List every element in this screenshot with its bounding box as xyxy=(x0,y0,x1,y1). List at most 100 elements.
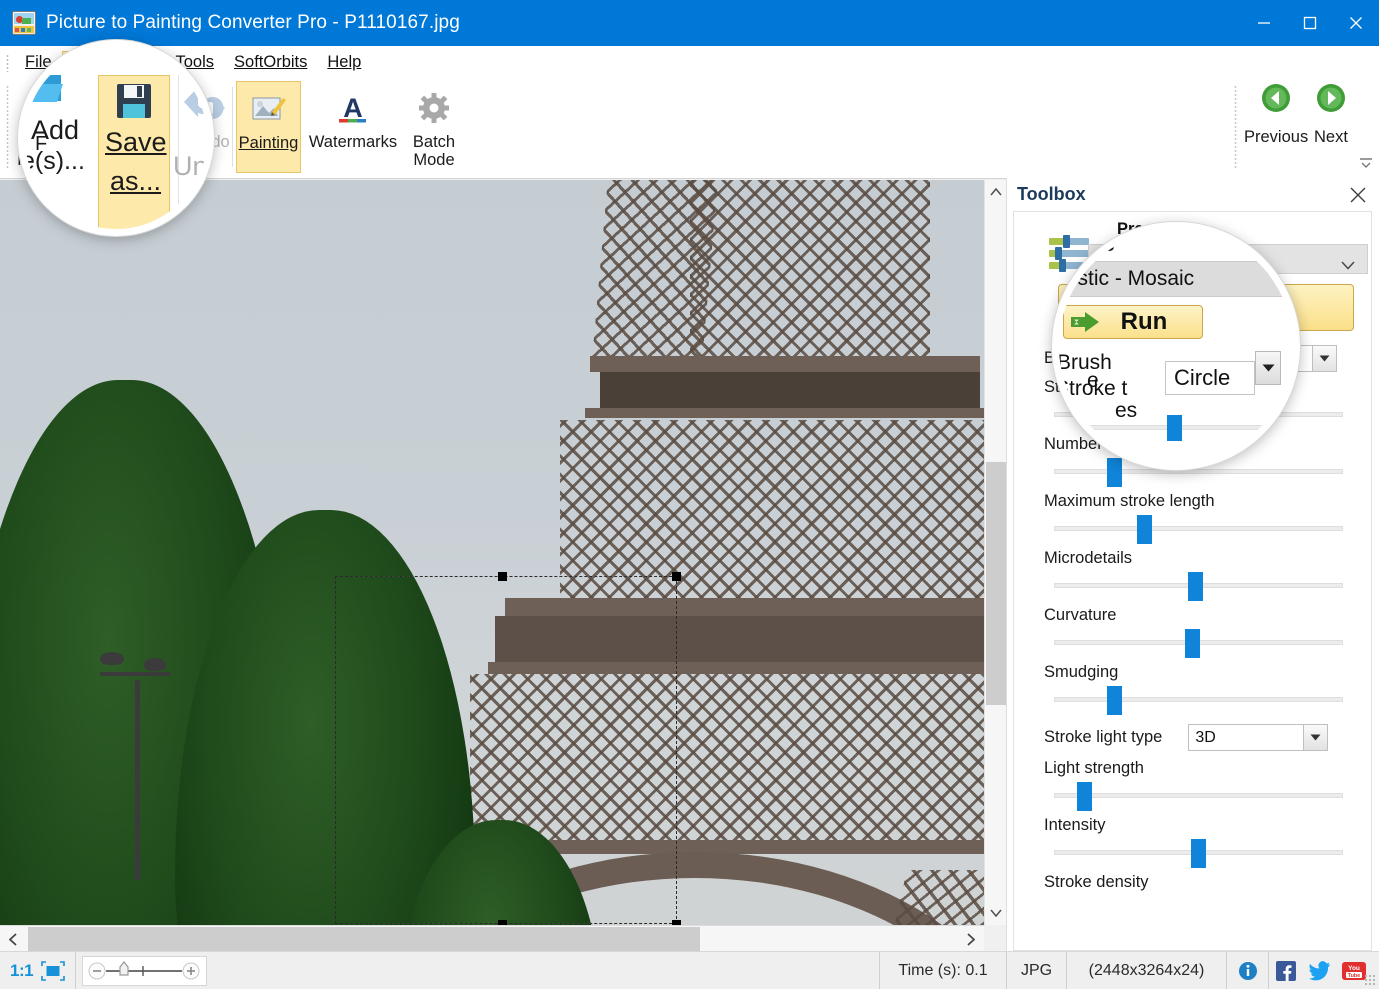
magnifier-circle-dropdown[interactable]: Circle xyxy=(1165,361,1255,395)
menu-softorbits[interactable]: SoftOrbits xyxy=(224,51,317,74)
toolbar-separator-2 xyxy=(232,87,233,167)
toolbox-title: Toolbox xyxy=(1017,184,1086,205)
magnifier-stroke-label: Stroke t xyxy=(1055,377,1127,401)
magnifier-circle-value: Circle xyxy=(1174,365,1230,390)
scroll-up-icon[interactable] xyxy=(985,180,1007,204)
light-strength-slider[interactable] xyxy=(1044,782,1343,808)
stroke-light-type-dropdown[interactable]: 3D xyxy=(1188,724,1328,751)
app-logo-icon xyxy=(12,11,36,35)
menu-help[interactable]: Help xyxy=(317,51,371,74)
slider-thumb[interactable] xyxy=(1107,686,1122,715)
twitter-icon[interactable] xyxy=(1303,952,1337,989)
previous-button[interactable]: Previous xyxy=(1244,83,1308,147)
magnifier-folder-icon xyxy=(19,71,65,110)
magnifier-save-as: Add e(s)... F Save as... xyxy=(18,40,214,236)
maximum-stroke-length-label: Maximum stroke length xyxy=(1044,492,1343,511)
param-intensity: Intensity xyxy=(1044,816,1343,865)
svg-text:You: You xyxy=(1348,965,1360,972)
param-microdetails: Microdetails xyxy=(1044,549,1343,598)
slider-track xyxy=(1054,526,1343,531)
next-button[interactable]: Next xyxy=(1314,83,1348,147)
window-title: Picture to Painting Converter Pro - P111… xyxy=(46,12,460,34)
painting-label: Painting xyxy=(239,134,299,152)
magnifier-slider-thumb[interactable] xyxy=(1167,415,1182,441)
green-right-arrow-icon xyxy=(1316,83,1346,118)
magnifier-preset-dropdown[interactable]: rtistic - Mosaic xyxy=(1052,261,1291,297)
slider-thumb[interactable] xyxy=(1185,629,1200,658)
menu-help-label: Help xyxy=(327,53,361,71)
smudging-slider[interactable] xyxy=(1044,686,1343,712)
next-label: Next xyxy=(1314,128,1348,147)
magnifier-divider xyxy=(178,75,179,215)
intensity-slider[interactable] xyxy=(1044,839,1343,865)
zoom-buttons-group: 1:1 xyxy=(0,952,76,989)
microdetails-label: Microdetails xyxy=(1044,549,1343,568)
slider-thumb[interactable] xyxy=(1188,572,1203,601)
slider-thumb[interactable] xyxy=(1077,782,1092,811)
toolbox-close-icon[interactable] xyxy=(1349,186,1367,204)
painting-button[interactable]: Painting xyxy=(236,81,301,173)
stroke-light-type-row: Stroke light type 3D xyxy=(1044,724,1343,751)
slider-track xyxy=(1054,469,1343,474)
scroll-right-icon[interactable] xyxy=(958,926,984,952)
scroll-down-icon[interactable] xyxy=(985,901,1007,925)
gear-icon xyxy=(417,87,451,129)
canvas-horizontal-scrollbar[interactable] xyxy=(0,925,984,951)
param-stroke-density: Stroke density xyxy=(1044,873,1343,892)
batch-mode-button[interactable]: Batch Mode xyxy=(402,81,466,170)
zoom-slider[interactable] xyxy=(82,956,207,986)
canvas-vertical-scrollbar[interactable] xyxy=(984,180,1006,925)
dropdown-arrow-icon xyxy=(1303,725,1327,750)
slider-thumb[interactable] xyxy=(1137,515,1152,544)
navigation-expand-icon[interactable] xyxy=(1359,155,1373,173)
magnifier-add-line2: e(s)... xyxy=(21,147,85,176)
magnifier-dropdown-arrow-icon[interactable] xyxy=(1255,351,1281,385)
fit-to-window-icon[interactable] xyxy=(41,961,65,981)
magnifier-sizes-label: es xyxy=(1115,399,1137,423)
previous-label: Previous xyxy=(1244,128,1308,147)
resize-grip[interactable] xyxy=(1364,974,1376,986)
navigation-group: Previous Next xyxy=(1232,79,1377,179)
intensity-label: Intensity xyxy=(1044,816,1343,835)
image-canvas[interactable] xyxy=(0,180,984,925)
curvature-slider[interactable] xyxy=(1044,629,1343,655)
menu-grip xyxy=(6,54,9,72)
maximum-stroke-length-slider[interactable] xyxy=(1044,515,1343,541)
magnifier-add-prefix: F xyxy=(35,133,47,156)
batch-mode-label-1: Batch xyxy=(413,133,455,151)
magnifier-save-as-content: Add e(s)... F Save as... xyxy=(25,47,207,229)
scroll-left-icon[interactable] xyxy=(0,926,26,952)
magnifier-preset-label: Pres xyxy=(1069,233,1115,257)
minimize-button[interactable] xyxy=(1241,0,1287,46)
zoom-1-to-1-button[interactable]: 1:1 xyxy=(10,961,33,981)
watermarks-button[interactable]: A Watermarks xyxy=(305,81,401,151)
batch-mode-label-2: Mode xyxy=(413,151,454,169)
selection-rectangle[interactable] xyxy=(335,576,677,924)
maximize-button[interactable] xyxy=(1287,0,1333,46)
horizontal-scroll-thumb[interactable] xyxy=(28,927,700,951)
info-icon[interactable] xyxy=(1227,952,1269,989)
stroke-density-label: Stroke density xyxy=(1044,873,1343,892)
magnifier-preset-value: rtistic - Mosaic xyxy=(1060,267,1194,290)
dropdown-arrow-icon xyxy=(1312,346,1336,371)
param-light-strength: Light strength xyxy=(1044,759,1343,808)
watermarks-label: Watermarks xyxy=(309,133,397,151)
slider-thumb[interactable] xyxy=(1191,839,1206,868)
slider-track xyxy=(1054,697,1343,702)
status-bar: 1:1 Time (s): 0.1 JPG (24 xyxy=(0,951,1379,989)
selection-handle-top[interactable] xyxy=(498,572,507,581)
param-smudging: Smudging xyxy=(1044,663,1343,712)
curvature-label: Curvature xyxy=(1044,606,1343,625)
magnifier-run-label: Run xyxy=(1121,308,1168,336)
magnifier-floppy-icon xyxy=(114,81,154,126)
green-left-arrow-icon xyxy=(1261,83,1291,118)
close-button[interactable] xyxy=(1333,0,1379,46)
microdetails-slider[interactable] xyxy=(1044,572,1343,598)
svg-text:A: A xyxy=(343,93,363,123)
title-bar: Picture to Painting Converter Pro - P111… xyxy=(0,0,1379,46)
facebook-icon[interactable] xyxy=(1269,952,1303,989)
vertical-scroll-thumb[interactable] xyxy=(986,462,1006,705)
selection-handle-top-right[interactable] xyxy=(672,572,681,581)
magnifier-save-line2: as... xyxy=(110,166,161,197)
magnifier-run-button[interactable]: Run xyxy=(1063,305,1203,339)
